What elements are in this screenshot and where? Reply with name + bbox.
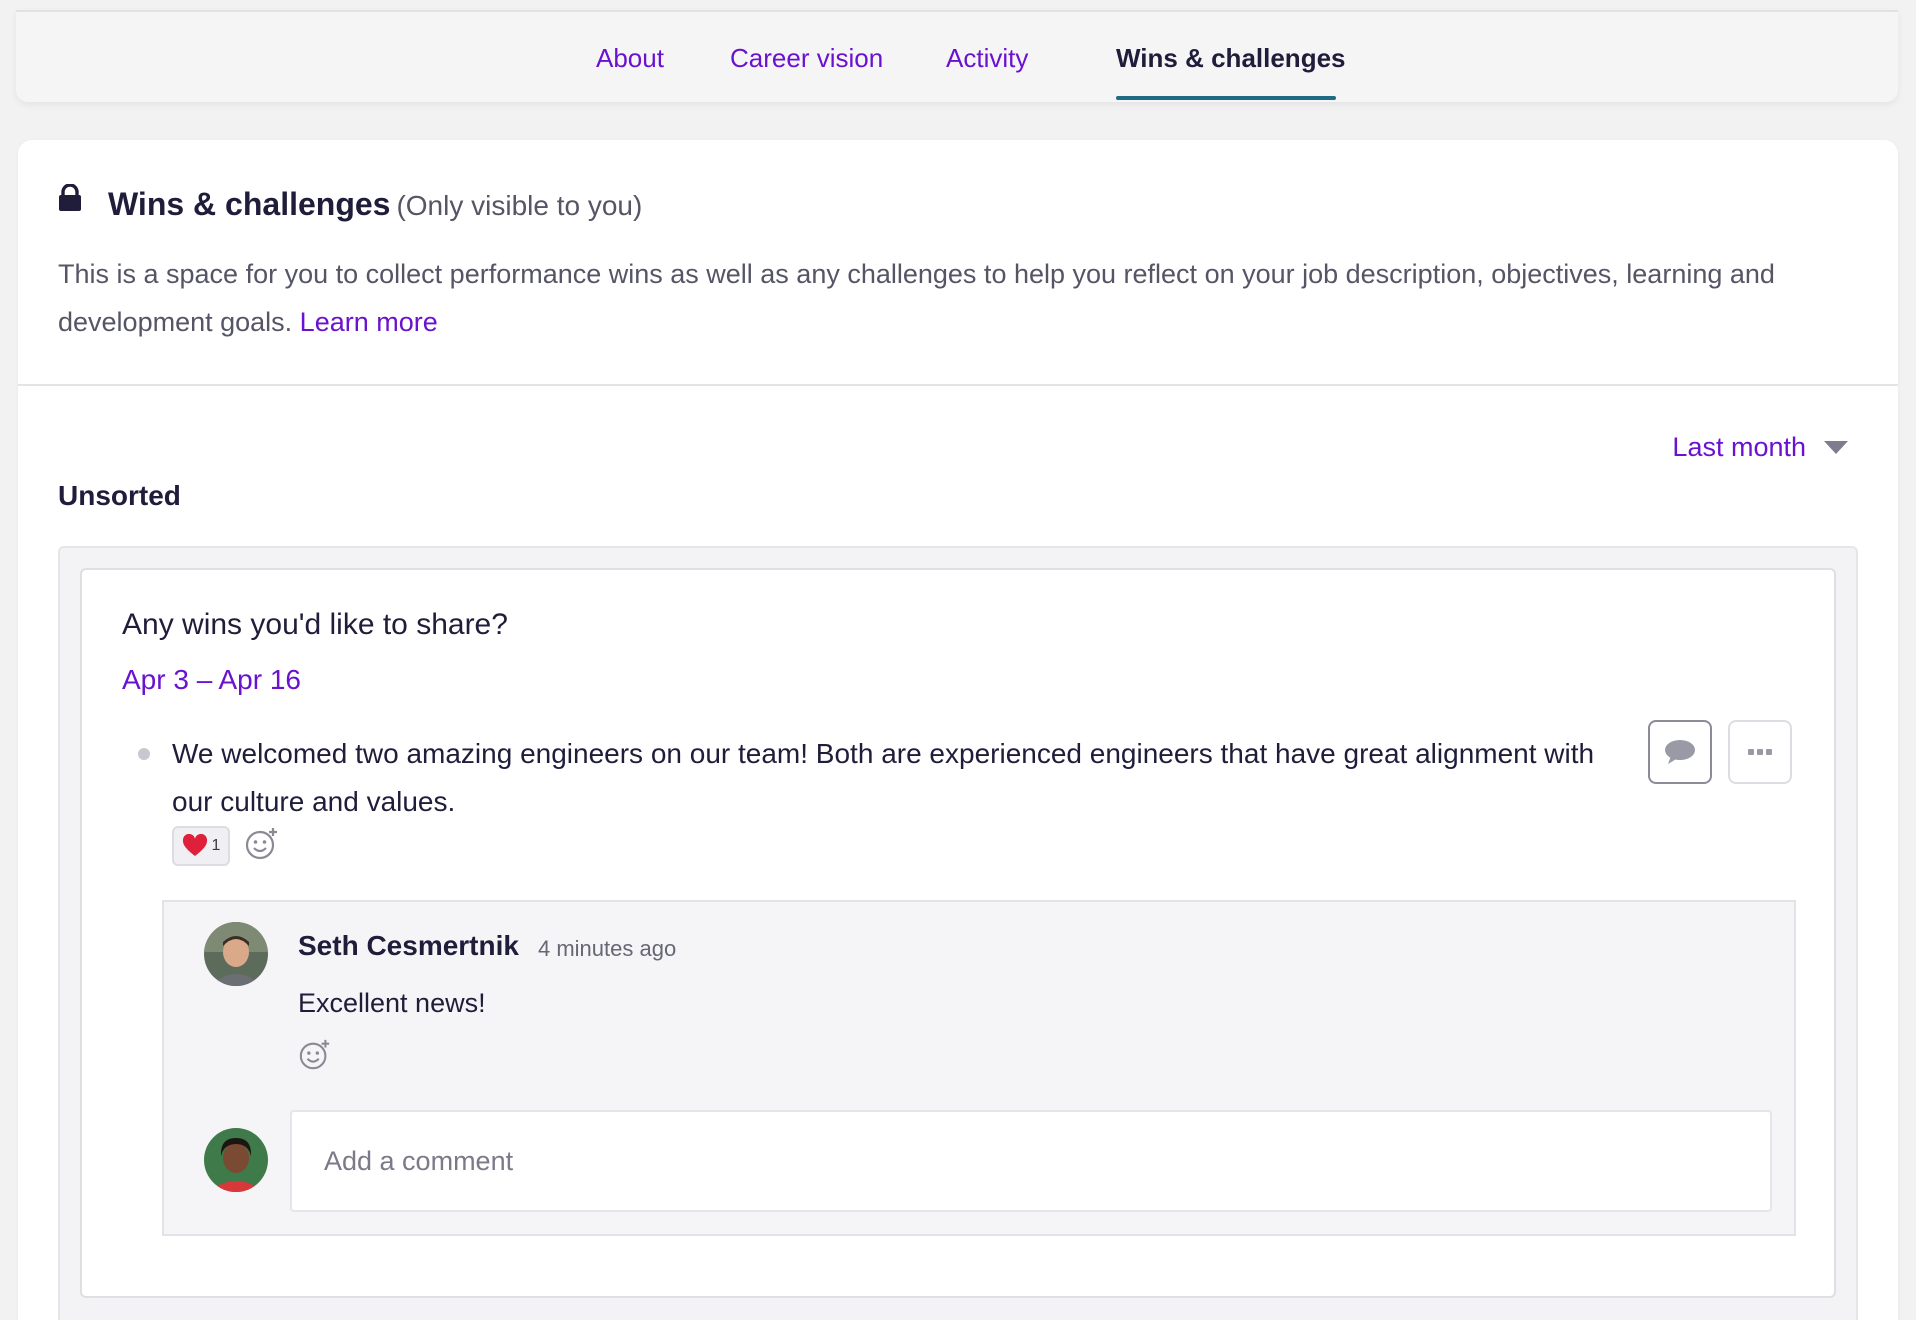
tab-about[interactable]: About [596,42,664,74]
time-filter-dropdown[interactable]: Last month [1672,432,1848,463]
speech-bubble-icon [1665,740,1695,764]
tab-career-vision[interactable]: Career vision [730,42,883,74]
chevron-down-icon [1824,441,1848,454]
prompt-card: Any wins you'd like to share? Apr 3 – Ap… [80,568,1836,1298]
group-label: Unsorted [58,480,181,511]
add-reaction-icon[interactable] [298,1038,332,1072]
prompt-date-range: Apr 3 – Apr 16 [122,664,302,695]
profile-tab-bar: About Career vision Activity Wins & chal… [16,10,1898,102]
active-tab-indicator [1116,96,1336,100]
comment-text: Excellent news! [298,988,486,1018]
commenter-avatar-icon [204,922,268,986]
avatar [204,1128,268,1192]
bullet-icon [138,748,150,760]
divider [18,384,1898,386]
section-title: Wins & challenges (Only visible to you) [108,184,642,226]
comment-thread: Seth Cesmertnik 4 minutes ago Excellent … [162,900,1796,1236]
reaction-count: 1 [211,837,221,854]
lock-icon [59,184,81,211]
unsorted-panel: Any wins you'd like to share? Apr 3 – Ap… [58,546,1858,1320]
section-description: This is a space for you to collect perfo… [58,250,1848,346]
avatar [204,922,268,986]
learn-more-link[interactable]: Learn more [300,307,438,337]
win-entry-text: We welcomed two amazing engineers on our… [172,738,1595,817]
section-title-text: Wins & challenges [108,186,391,222]
add-reaction-icon[interactable] [244,826,280,862]
tab-activity[interactable]: Activity [946,42,1028,74]
time-filter-label: Last month [1672,432,1806,462]
add-comment-input[interactable] [290,1110,1772,1212]
visibility-note: (Only visible to you) [396,190,643,221]
tab-wins-challenges[interactable]: Wins & challenges [1116,42,1346,74]
prompt-question: Any wins you'd like to share? [122,608,508,641]
heart-reaction-badge[interactable]: 1 [172,826,230,866]
comment-author[interactable]: Seth Cesmertnik [298,930,519,962]
current-user-avatar-icon [204,1128,268,1192]
comment-timestamp: 4 minutes ago [538,936,677,961]
wins-challenges-card: Wins & challenges (Only visible to you) T… [18,140,1898,1320]
comment-button[interactable] [1648,720,1712,784]
ellipsis-icon [1748,749,1772,755]
heart-icon [182,834,207,856]
more-options-button[interactable] [1728,720,1792,784]
